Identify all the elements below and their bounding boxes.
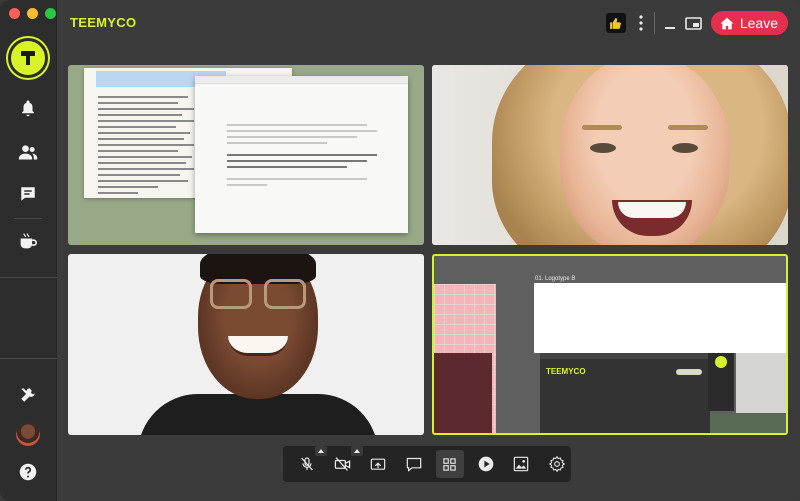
more-options-button[interactable]: [636, 13, 646, 33]
minimize-icon[interactable]: [663, 13, 677, 33]
editor-titlebar: [195, 76, 408, 84]
sidebar-divider: [14, 218, 42, 219]
sidebar-item-help[interactable]: [17, 461, 39, 483]
sidebar-item-people[interactable]: [17, 141, 39, 163]
mic-options-caret[interactable]: [315, 446, 327, 456]
mic-toggle-button[interactable]: [293, 446, 327, 478]
play-circle-icon: [478, 456, 493, 472]
logotype-card: [534, 283, 786, 353]
grid-view-button[interactable]: [436, 450, 464, 478]
sidebar-item-break[interactable]: [17, 230, 39, 252]
picture-in-picture-button[interactable]: [685, 13, 703, 33]
bell-icon: [22, 100, 34, 117]
video-tile-screen-share[interactable]: [68, 65, 424, 245]
camera-off-icon: [334, 457, 351, 471]
settings-button[interactable]: [543, 450, 571, 478]
leave-button-label: Leave: [739, 15, 778, 31]
background-button[interactable]: [508, 450, 536, 478]
header-divider: [653, 12, 655, 34]
people-icon: [18, 145, 38, 160]
website-mockup: TEEMYCO: [540, 353, 710, 433]
call-toolbar: [283, 446, 571, 482]
share-screen-button[interactable]: [365, 450, 393, 478]
sidebar-item-chat[interactable]: [17, 183, 39, 205]
sidebar-divider: [0, 277, 57, 278]
reaction-button[interactable]: [605, 13, 626, 33]
close-window-button[interactable]: [9, 8, 20, 19]
home-icon: [720, 17, 734, 29]
zoom-window-button[interactable]: [45, 8, 56, 19]
sidebar-divider: [0, 358, 57, 359]
camera-toggle-button[interactable]: [329, 446, 363, 478]
camera-options-caret[interactable]: [350, 446, 363, 456]
tools-icon: [21, 388, 35, 402]
editor-window-front: [195, 76, 408, 233]
maroon-artboard: [434, 353, 492, 433]
image-icon: [514, 456, 529, 472]
gear-icon: [549, 456, 566, 472]
chevron-up-icon: [353, 449, 360, 453]
video-tile-design-share[interactable]: 01. Logotype B TEEMYCO: [432, 254, 788, 435]
thumbs-up-icon: [610, 17, 622, 29]
app-window: TEEMYCO Leave 01. Logotype B TEEMYCO: [0, 0, 800, 501]
window-controls: [9, 8, 56, 19]
screen-share-icon: [371, 458, 386, 470]
video-tile-participant-2[interactable]: [68, 254, 424, 435]
header-actions: Leave: [605, 11, 788, 35]
mobile-mockup: [708, 353, 734, 411]
chat-bubble-icon: [21, 187, 35, 201]
chevron-up-icon: [318, 449, 324, 453]
help-icon: [19, 463, 37, 481]
minimize-window-button[interactable]: [27, 8, 38, 19]
avatar[interactable]: [16, 422, 40, 446]
mic-off-icon: [301, 457, 313, 471]
grid-icon: [443, 457, 457, 471]
present-icon: [406, 457, 422, 472]
coffee-cup-icon: [20, 233, 37, 249]
picture-in-picture-icon: [685, 16, 703, 30]
play-button[interactable]: [472, 450, 500, 478]
teemyco-logo-icon: [21, 51, 35, 65]
mockup-brand: TEEMYCO: [546, 367, 586, 376]
video-tile-participant-1[interactable]: [432, 65, 788, 245]
kebab-menu-icon: [639, 15, 643, 31]
app-logo[interactable]: [8, 38, 48, 78]
design-section-title: 01. Logotype B: [535, 276, 576, 282]
leave-button[interactable]: Leave: [710, 11, 788, 35]
sidebar-item-tools[interactable]: [17, 384, 39, 406]
glasses: [210, 279, 252, 309]
sidebar-item-notifications[interactable]: [17, 97, 39, 119]
sidebar: [0, 0, 57, 501]
brand-title: TEEMYCO: [70, 15, 137, 30]
present-button[interactable]: [400, 450, 428, 478]
